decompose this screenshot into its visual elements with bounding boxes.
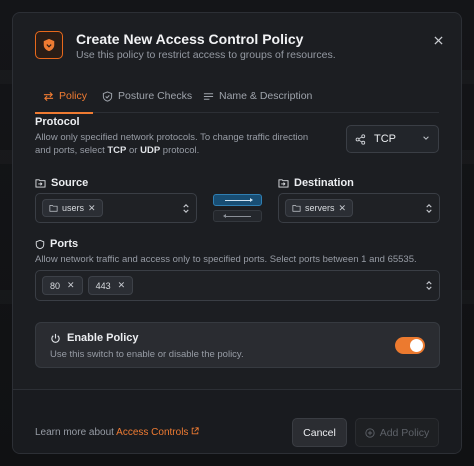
remove-chip-icon[interactable]: ✕ — [339, 203, 347, 214]
close-button[interactable] — [429, 31, 447, 49]
text-lines-icon — [203, 92, 214, 100]
chevron-updown-icon — [425, 280, 433, 291]
folder-in-icon — [35, 179, 46, 188]
destination-chip: servers ✕ — [285, 199, 354, 217]
protocol-help-udp: UDP — [140, 145, 161, 156]
external-link-icon — [191, 427, 199, 435]
direction-forward-button[interactable] — [213, 194, 262, 206]
toggle-knob — [410, 339, 423, 352]
enable-policy-title: Enable Policy — [50, 332, 139, 344]
protocol-help-tcp: TCP — [107, 145, 127, 156]
folder-icon — [49, 205, 58, 212]
port-chip-label: 80 — [50, 280, 61, 291]
destination-label: Destination — [278, 177, 354, 189]
arrow-right-icon — [224, 197, 253, 202]
tab-posture-checks[interactable]: Posture Checks — [102, 79, 192, 113]
port-chip: 80 ✕ — [42, 276, 83, 295]
destination-label-text: Destination — [294, 177, 354, 189]
add-policy-label: Add Policy — [379, 426, 430, 439]
access-controls-link[interactable]: Access Controls — [116, 427, 199, 438]
tab-posture-label: Posture Checks — [118, 90, 193, 102]
remove-chip-icon[interactable]: ✕ — [88, 203, 96, 214]
close-icon — [433, 35, 443, 45]
protocol-help-end: protocol. — [160, 145, 200, 156]
source-label-text: Source — [51, 177, 89, 189]
shield-icon — [35, 31, 63, 59]
remove-chip-icon[interactable]: ✕ — [67, 280, 75, 291]
protocol-help-or: or — [126, 145, 141, 156]
add-policy-button[interactable]: Add Policy — [355, 418, 439, 447]
plus-circle-icon — [365, 427, 375, 438]
modal-header: Create New Access Control Policy Use thi… — [35, 31, 447, 73]
cancel-button[interactable]: Cancel — [292, 418, 347, 447]
folder-icon — [292, 205, 301, 212]
ports-label-text: Ports — [50, 238, 79, 250]
protocol-select[interactable]: TCP — [346, 125, 439, 153]
direction-backward-button[interactable] — [213, 210, 262, 222]
ports-label: Ports — [35, 238, 78, 250]
port-chip: 443 ✕ — [87, 276, 134, 295]
learn-more-prefix: Learn more about — [35, 427, 117, 438]
enable-policy-panel: Enable Policy Use this switch to enable … — [35, 322, 440, 368]
modal-footer: Learn more about Access Controls Cancel … — [13, 389, 461, 453]
remove-chip-icon[interactable]: ✕ — [118, 280, 126, 291]
shield-icon — [35, 239, 45, 249]
chevron-down-icon — [422, 134, 430, 144]
source-label: Source — [35, 177, 88, 189]
folder-out-icon — [278, 179, 289, 188]
tab-policy[interactable]: Policy — [35, 79, 93, 114]
tab-bar: Policy Posture Checks Name & Description — [35, 79, 439, 114]
share-nodes-icon — [355, 133, 366, 145]
tab-name-description[interactable]: Name & Description — [203, 79, 312, 113]
protocol-help: Allow only specified network protocols. … — [35, 131, 310, 157]
access-controls-link-label: Access Controls — [116, 427, 189, 438]
protocol-label: Protocol — [35, 116, 80, 128]
source-chip: users ✕ — [42, 199, 103, 217]
port-chip-label: 443 — [95, 280, 111, 291]
tab-policy-label: Policy — [59, 90, 88, 102]
learn-more: Learn more about Access Controls — [35, 427, 199, 438]
modal-subtitle: Use this policy to restrict access to gr… — [76, 49, 336, 61]
ports-help: Allow network traffic and access only to… — [35, 254, 417, 265]
source-groups-select[interactable]: users ✕ — [35, 193, 197, 223]
power-icon — [51, 333, 60, 343]
destination-groups-select[interactable]: servers ✕ — [278, 193, 440, 223]
modal-title: Create New Access Control Policy — [76, 31, 304, 47]
source-chip-label: users — [62, 203, 85, 213]
chevron-updown-icon — [182, 203, 190, 214]
arrows-icon — [43, 91, 54, 101]
enable-policy-help: Use this switch to enable or disable the… — [50, 349, 244, 360]
protocol-selected-value: TCP — [374, 133, 396, 145]
policy-modal: Create New Access Control Policy Use thi… — [12, 12, 462, 454]
ports-select[interactable]: 80 ✕ 443 ✕ — [35, 270, 440, 301]
destination-chip-label: servers — [305, 203, 335, 213]
chevron-updown-icon — [425, 203, 433, 214]
tab-name-label: Name & Description — [219, 90, 313, 102]
enable-policy-title-text: Enable Policy — [67, 332, 139, 344]
enable-policy-toggle[interactable] — [395, 337, 425, 354]
arrow-left-icon — [222, 213, 251, 218]
shield-check-icon — [102, 90, 113, 102]
